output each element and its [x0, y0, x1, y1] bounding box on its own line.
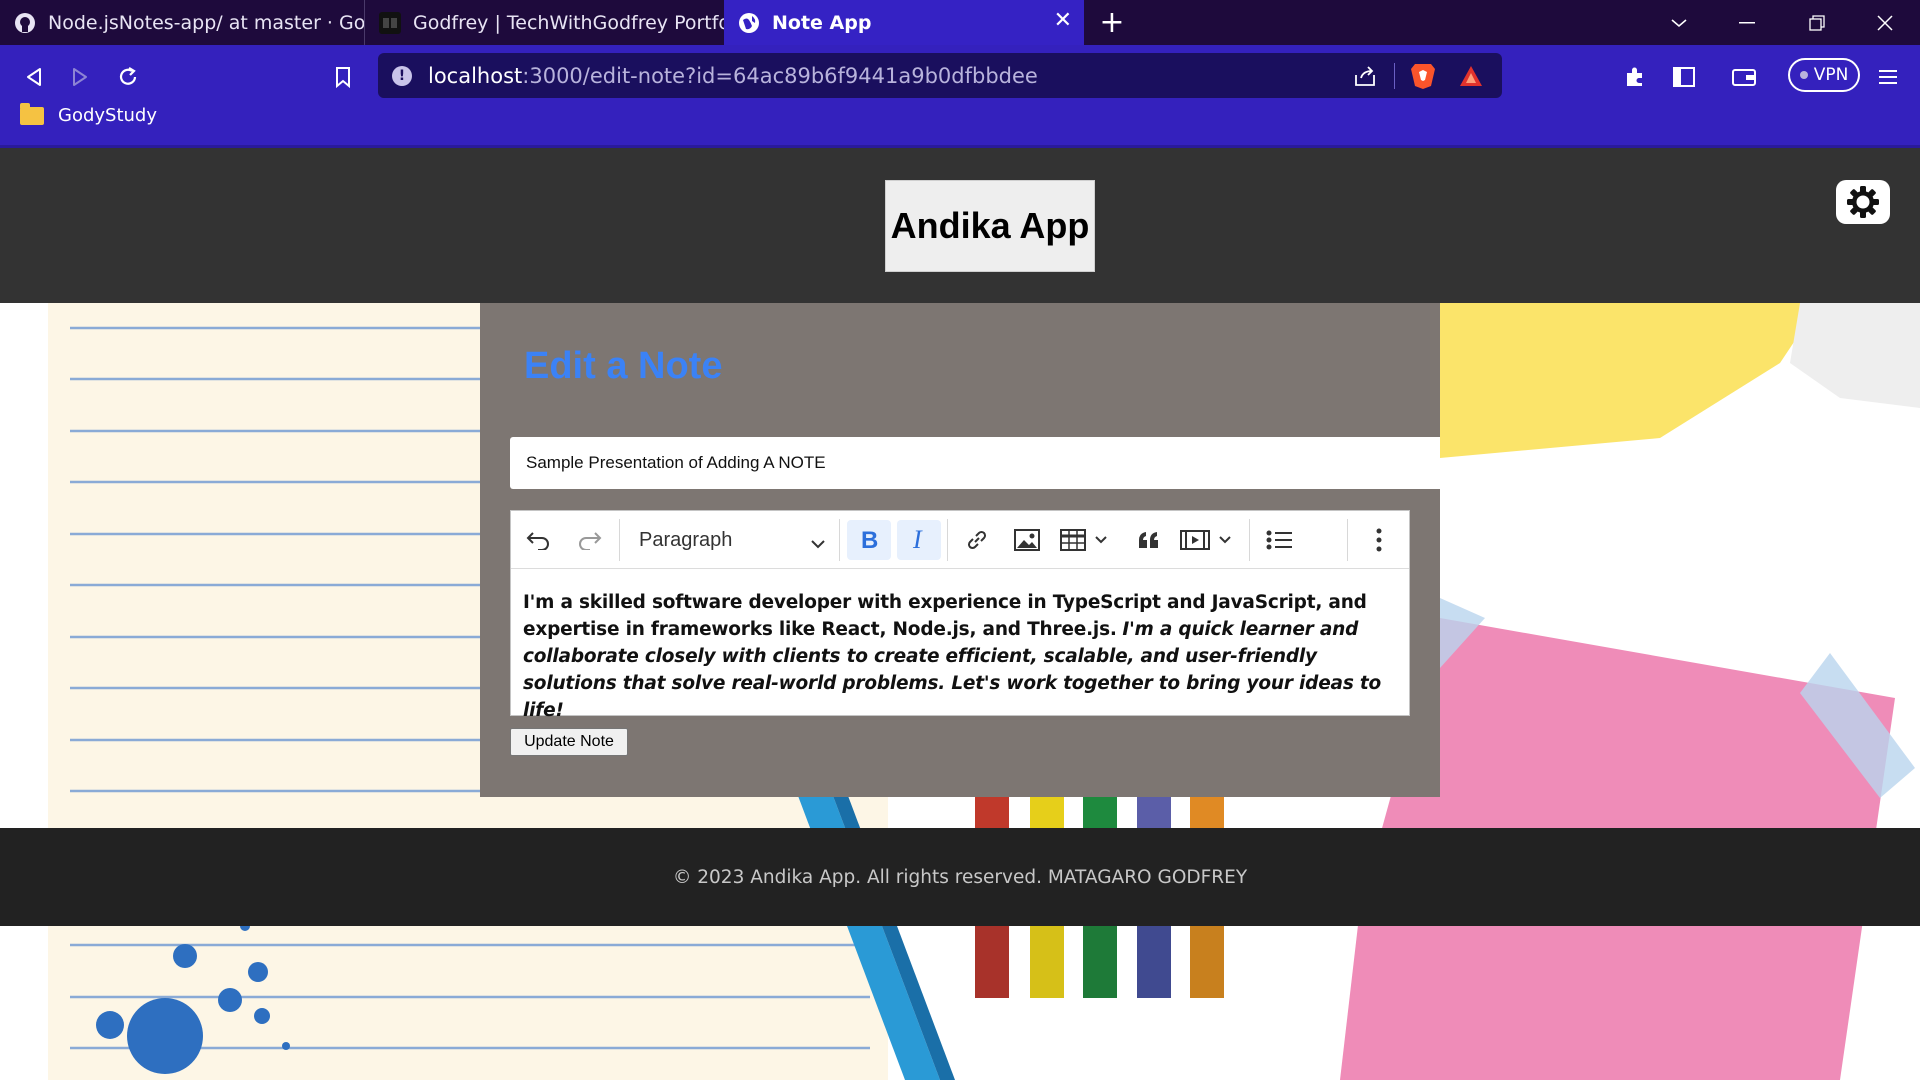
- vpn-button[interactable]: VPN: [1788, 58, 1860, 92]
- italic-icon[interactable]: I: [897, 520, 941, 560]
- toolbar-separator: [1249, 519, 1250, 561]
- vpn-status-dot: [1799, 71, 1808, 79]
- bookmark-label: GodyStudy: [58, 105, 158, 126]
- tab-search-chevron-icon[interactable]: [1644, 0, 1714, 45]
- vpn-label: VPN: [1813, 65, 1849, 85]
- brand-logo[interactable]: Andika App: [885, 180, 1095, 272]
- site-info-icon[interactable]: !: [392, 65, 412, 86]
- sidebar-icon[interactable]: [1664, 57, 1704, 97]
- extensions-icon[interactable]: [1615, 57, 1655, 97]
- portfolio-icon: [379, 11, 401, 34]
- undo-icon[interactable]: [517, 520, 561, 560]
- folder-icon: [20, 102, 44, 125]
- back-icon[interactable]: [14, 57, 54, 97]
- block-format-dropdown[interactable]: Paragraph: [627, 520, 847, 560]
- toolbar-separator: [619, 519, 620, 561]
- toolbar-separator: [839, 519, 840, 561]
- close-window-icon[interactable]: [1850, 0, 1920, 45]
- site-header: Andika App: [0, 148, 1920, 303]
- gear-icon: [1847, 186, 1879, 218]
- toolbar-separator: [1347, 519, 1348, 561]
- wallet-icon[interactable]: [1724, 57, 1764, 97]
- new-tab-button[interactable]: +: [1084, 0, 1140, 45]
- brave-shields-icon[interactable]: [1408, 61, 1438, 91]
- browser-tab-strip: Node.jsNotes-app/ at master · GodyRe God…: [0, 0, 1920, 45]
- tab-title: Godfrey | TechWithGodfrey Portfolio: [413, 11, 724, 34]
- tab-title: Note App: [772, 11, 872, 34]
- page-viewport: Andika App Edit a Note Sample Presentati…: [0, 148, 1920, 1080]
- browser-tab-github[interactable]: Node.jsNotes-app/ at master · GodyRe: [0, 0, 364, 45]
- address-bar[interactable]: ! localhost:3000/edit-note?id=64ac89b6f9…: [378, 53, 1502, 98]
- theme-toggle-button[interactable]: [1836, 180, 1890, 224]
- redo-icon[interactable]: [567, 520, 611, 560]
- link-icon[interactable]: [955, 520, 999, 560]
- url-path: :3000/edit-note?id=64ac89b6f9441a9b0dfbb…: [522, 63, 1038, 88]
- bold-icon[interactable]: B: [847, 520, 891, 560]
- blockquote-icon[interactable]: [1127, 520, 1171, 560]
- bookmark-folder-godystudy[interactable]: GodyStudy: [20, 102, 158, 126]
- toolbar-separator: [947, 519, 948, 561]
- page-title: Edit a Note: [524, 345, 723, 387]
- image-icon[interactable]: [1005, 520, 1049, 560]
- share-icon[interactable]: [1350, 61, 1380, 91]
- browser-tab-note-app[interactable]: Note App ✕: [724, 0, 1084, 45]
- globe-icon: [738, 12, 760, 34]
- bulleted-list-icon[interactable]: [1257, 520, 1301, 560]
- github-icon: [14, 12, 36, 34]
- url-host: localhost: [428, 63, 523, 88]
- reload-icon[interactable]: [108, 57, 148, 97]
- site-footer: © 2023 Andika App. All rights reserved. …: [0, 828, 1920, 926]
- browser-tab-portfolio[interactable]: Godfrey | TechWithGodfrey Portfolio: [364, 0, 724, 45]
- block-format-label: Paragraph: [639, 528, 733, 551]
- divider: [1394, 63, 1395, 89]
- bookmark-icon[interactable]: [323, 57, 363, 97]
- svg-text:I: I: [912, 528, 923, 552]
- note-title-input[interactable]: [510, 437, 1440, 489]
- footer-copyright: © 2023 Andika App. All rights reserved. …: [672, 866, 1248, 888]
- editor-content[interactable]: I'm a skilled software developer with ex…: [511, 569, 1409, 724]
- tab-title: Node.jsNotes-app/ at master · GodyRe: [48, 11, 364, 34]
- media-embed-icon[interactable]: [1177, 520, 1239, 560]
- minimize-icon[interactable]: [1712, 0, 1782, 45]
- update-note-button[interactable]: Update Note: [510, 728, 628, 756]
- edit-note-panel: Edit a Note Paragraph B: [480, 303, 1440, 797]
- brave-rewards-icon[interactable]: [1456, 61, 1486, 91]
- editor-toolbar: Paragraph B I: [511, 511, 1409, 569]
- restore-icon[interactable]: [1782, 0, 1852, 45]
- chevron-down-icon: [811, 532, 825, 555]
- close-tab-icon[interactable]: ✕: [1054, 8, 1072, 33]
- more-options-icon[interactable]: [1357, 520, 1401, 560]
- table-icon[interactable]: [1055, 520, 1117, 560]
- browser-toolbar: ! localhost:3000/edit-note?id=64ac89b6f9…: [0, 45, 1920, 145]
- forward-icon[interactable]: [60, 57, 100, 97]
- rich-text-editor[interactable]: Paragraph B I I'm a skilled software dev…: [510, 510, 1410, 721]
- svg-text:B: B: [861, 528, 878, 552]
- menu-icon[interactable]: [1868, 57, 1908, 97]
